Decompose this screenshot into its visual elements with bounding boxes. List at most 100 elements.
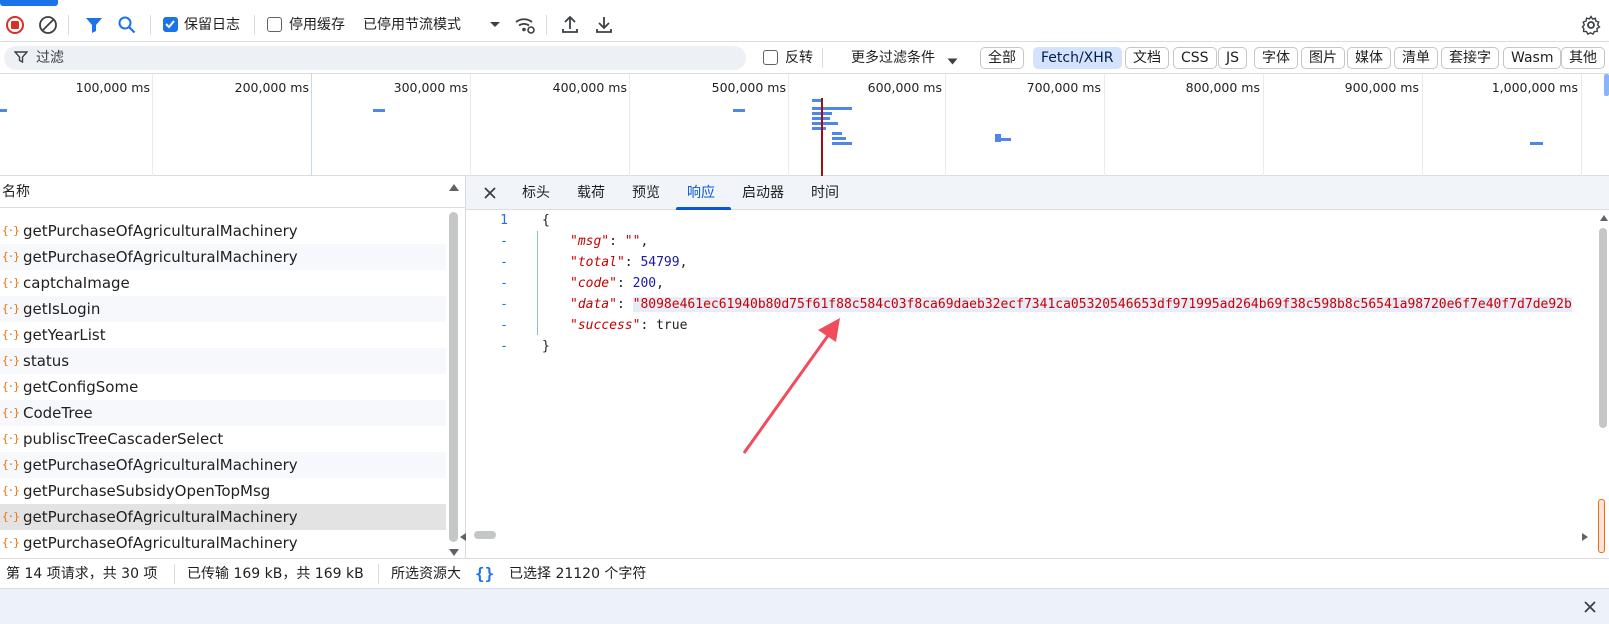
chip-manifest[interactable]: 清单 — [1394, 47, 1438, 69]
response-viewer[interactable]: 1 { - "msg": "", - "total": 54799, - "co… — [466, 210, 1609, 530]
detail-tabbar: 标头 载荷 预览 响应 启动器 时间 — [466, 176, 1609, 210]
request-row[interactable]: {·} CodeTree — [0, 400, 446, 426]
request-row[interactable]: {·} publiscTreeCascaderSelect — [0, 426, 446, 452]
chip-css[interactable]: CSS — [1173, 47, 1217, 69]
request-list-scrollbar[interactable] — [449, 212, 458, 542]
chip-socket[interactable]: 套接字 — [1441, 47, 1499, 69]
request-row[interactable]: {·} getYearList — [0, 322, 446, 348]
disable-cache-checkbox[interactable] — [267, 17, 282, 32]
request-row[interactable]: {·} getPurchaseOfAgriculturalMachinery — [0, 244, 446, 270]
more-filters-arrow-icon[interactable] — [947, 54, 958, 70]
tab-response[interactable]: 响应 — [687, 176, 715, 210]
timeline-handle[interactable] — [1604, 74, 1609, 96]
invert-label[interactable]: 反转 — [785, 41, 813, 75]
close-detail-icon[interactable] — [483, 186, 497, 204]
request-name: getPurchaseOfAgriculturalMachinery — [23, 534, 298, 552]
timeline-tick-label: 100,000 ms — [75, 80, 150, 95]
request-name: getConfigSome — [23, 378, 139, 396]
request-name: getPurchaseOfAgriculturalMachinery — [23, 508, 298, 526]
disable-cache-label[interactable]: 停用缓存 — [289, 8, 345, 42]
tab-preview[interactable]: 预览 — [632, 176, 660, 210]
scroll-up-arrow-icon[interactable] — [448, 180, 460, 196]
close-drawer-icon[interactable] — [1583, 600, 1597, 618]
filter-input[interactable]: 过滤 — [4, 46, 746, 70]
request-name: getPurchaseOfAgriculturalMachinery — [23, 248, 298, 266]
invert-checkbox[interactable] — [763, 50, 778, 65]
network-conditions-icon[interactable] — [513, 13, 537, 37]
request-row[interactable]: {·} getConfigSome — [0, 374, 446, 400]
settings-gear-icon[interactable] — [1579, 13, 1603, 37]
throttling-select[interactable]: 已停用节流模式 — [363, 8, 461, 42]
xhr-icon: {·} — [2, 510, 20, 523]
request-row[interactable]: {·} getPurchaseOfAgriculturalMachinery — [0, 530, 446, 556]
import-har-icon[interactable] — [558, 13, 582, 37]
chip-doc[interactable]: 文档 — [1125, 47, 1169, 69]
filter-placeholder: 过滤 — [36, 50, 64, 66]
scroll-indicator — [1598, 499, 1605, 553]
request-bar — [812, 127, 826, 130]
preserve-log-label[interactable]: 保留日志 — [184, 8, 240, 42]
tab-payload[interactable]: 载荷 — [577, 176, 605, 210]
request-row-selected[interactable]: {·} getPurchaseOfAgriculturalMachinery — [0, 504, 446, 530]
request-row[interactable]: {·} captchaImage — [0, 270, 446, 296]
toolbar-divider — [822, 48, 823, 68]
timeline-tick-label: 800,000 ms — [1185, 80, 1260, 95]
request-row[interactable]: {·} getPurchaseOfAgriculturalMachinery — [0, 452, 446, 478]
transferred-size: 已传输 169 kB，共 169 kB — [187, 566, 364, 582]
overview-timeline[interactable]: 100,000 ms 200,000 ms 300,000 ms 400,000… — [0, 74, 1609, 176]
code-line: - "total": 54799, — [466, 252, 1609, 273]
toolbar-divider — [546, 15, 547, 35]
request-detail-panel: 标头 载荷 预览 响应 启动器 时间 1 { - "msg": "", - "t… — [460, 176, 1609, 558]
response-scroll-right-icon[interactable] — [1581, 530, 1589, 546]
request-bar — [812, 122, 838, 125]
chip-font[interactable]: 字体 — [1254, 47, 1298, 69]
tab-initiator[interactable]: 启动器 — [742, 176, 784, 210]
response-vscrollbar[interactable] — [1599, 228, 1607, 428]
timeline-gridline — [1422, 74, 1423, 176]
filter-icon[interactable] — [82, 13, 106, 37]
dropdown-arrow-icon[interactable] — [483, 13, 507, 37]
chip-all[interactable]: 全部 — [980, 47, 1024, 69]
stop-recording-icon[interactable] — [3, 13, 27, 37]
request-bar — [373, 109, 385, 112]
more-filters-dropdown[interactable]: 更多过滤条件 — [851, 41, 935, 75]
request-row[interactable]: {·} getPurchaseOfAgriculturalMachinery — [0, 218, 446, 244]
toolbar-divider — [150, 15, 151, 35]
chip-js[interactable]: JS — [1218, 47, 1248, 69]
search-icon[interactable] — [115, 13, 139, 37]
chip-media[interactable]: 媒体 — [1347, 47, 1391, 69]
response-hscrollbar[interactable] — [474, 531, 496, 539]
filter-funnel-icon — [13, 50, 29, 68]
preserve-log-checkbox[interactable] — [163, 17, 178, 32]
clear-icon[interactable] — [36, 13, 60, 37]
request-row[interactable]: {·} getIsLogin — [0, 296, 446, 322]
chip-img[interactable]: 图片 — [1301, 47, 1345, 69]
json-key-msg: "msg" — [570, 234, 610, 249]
export-har-icon[interactable] — [592, 13, 616, 37]
code-line: 1 { — [466, 210, 1609, 231]
request-row[interactable]: {·} status — [0, 348, 446, 374]
name-column-header[interactable]: 名称 — [0, 176, 465, 208]
chip-wasm[interactable]: Wasm — [1503, 47, 1562, 69]
request-name: CodeTree — [23, 404, 93, 422]
timeline-gridline — [788, 74, 789, 176]
response-scroll-up-icon[interactable] — [1599, 210, 1609, 226]
request-bar — [832, 137, 846, 140]
request-count: 第 14 项请求，共 30 项 — [6, 566, 158, 582]
code-line: - "code": 200, — [466, 273, 1609, 294]
request-row[interactable]: {·} getPurchaseSubsidyOpenTopMsg — [0, 478, 446, 504]
request-bar — [1000, 138, 1011, 141]
request-bar — [832, 132, 842, 135]
json-key-success: "success" — [570, 318, 641, 333]
fold-marker: - — [500, 318, 508, 333]
tab-headers[interactable]: 标头 — [522, 176, 550, 210]
chip-other[interactable]: 其他 — [1561, 47, 1605, 69]
timeline-gridline — [470, 74, 471, 176]
tab-timing[interactable]: 时间 — [811, 176, 839, 210]
code-line: - } — [466, 336, 1609, 357]
pretty-print-icon[interactable]: {} — [475, 564, 497, 587]
request-name: getIsLogin — [23, 300, 101, 318]
timeline-tick-label: 700,000 ms — [1026, 80, 1101, 95]
response-scroll-left-icon[interactable] — [459, 530, 467, 546]
chip-fetch-xhr[interactable]: Fetch/XHR — [1033, 47, 1122, 69]
